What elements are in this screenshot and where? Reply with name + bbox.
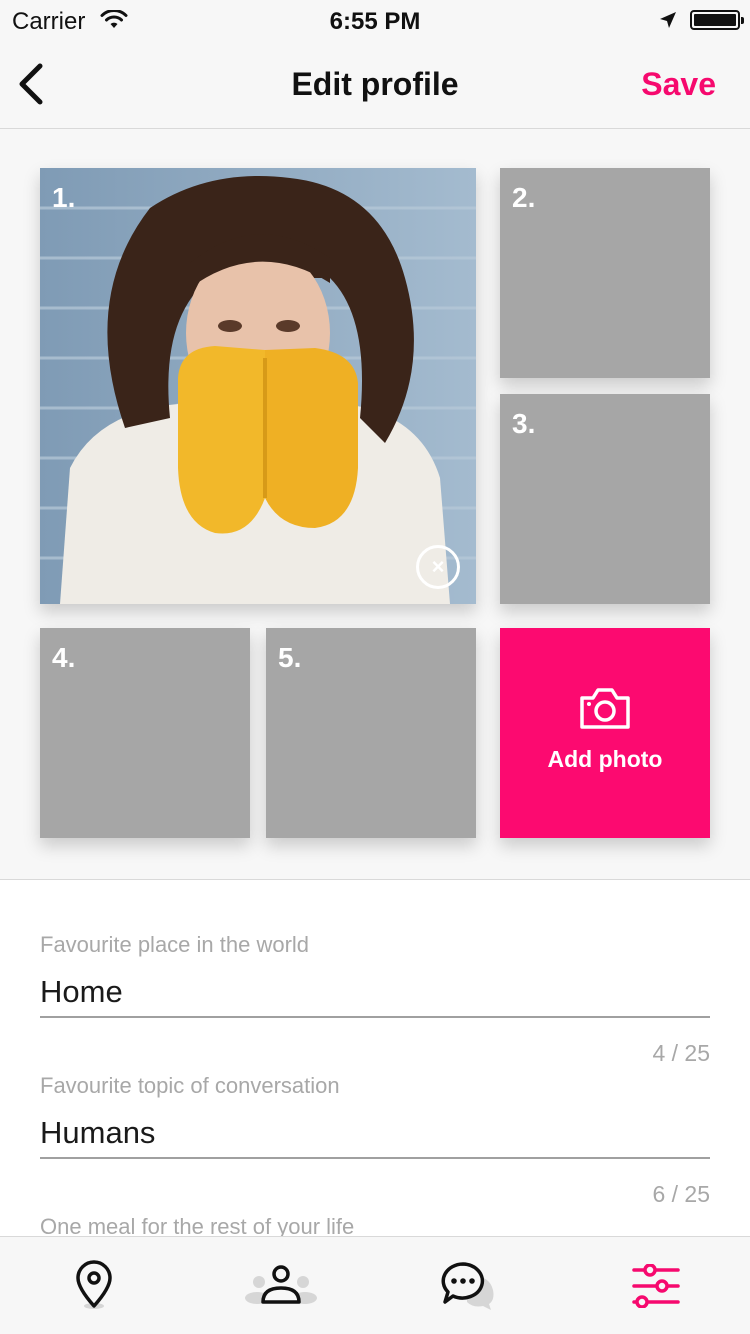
- field-label: Favourite place in the world: [40, 932, 310, 957]
- photo-grid: 1. × 2. 3. 4. 5. Add photo: [0, 129, 750, 879]
- photo-slot-number: 4.: [52, 642, 76, 673]
- profile-photo: [40, 168, 476, 604]
- map-pin-icon: [76, 1260, 112, 1309]
- location-arrow-icon: [660, 12, 676, 28]
- add-photo-button[interactable]: Add photo: [500, 628, 710, 838]
- photo-slot-number: 3.: [512, 408, 536, 439]
- photo-slot-number: 5.: [278, 642, 302, 673]
- people-icon: [245, 1265, 318, 1304]
- photo-slot-number: 1.: [52, 182, 76, 213]
- photo-slot-2[interactable]: 2.: [500, 168, 710, 378]
- photo-slot-number: 2.: [512, 182, 536, 213]
- field-label: One meal for the rest of your life: [40, 1214, 355, 1236]
- favourite-topic-input[interactable]: [40, 1109, 710, 1159]
- close-icon: ×: [431, 554, 445, 579]
- tab-settings[interactable]: [563, 1237, 750, 1334]
- status-bar: Carrier 6:55 PM: [0, 0, 750, 40]
- field-label: Favourite topic of conversation: [40, 1073, 340, 1098]
- tab-chat[interactable]: [375, 1237, 563, 1334]
- page-title: Edit profile: [291, 66, 459, 102]
- save-button[interactable]: Save: [641, 66, 716, 103]
- chevron-left-icon: [19, 63, 43, 105]
- back-button[interactable]: [14, 60, 54, 108]
- photo-slot-4[interactable]: 4.: [40, 628, 250, 838]
- tab-map[interactable]: [0, 1237, 188, 1334]
- chat-icon: [441, 1262, 494, 1310]
- settings-sliders-icon: [632, 1264, 680, 1308]
- camera-icon: [580, 688, 630, 729]
- tab-bar: [0, 1236, 750, 1334]
- remove-photo-button[interactable]: ×: [416, 545, 460, 589]
- status-time: 6:55 PM: [329, 8, 421, 35]
- photo-slot-5[interactable]: 5.: [266, 628, 476, 838]
- photo-slot-3[interactable]: 3.: [500, 394, 710, 604]
- nav-bar: Edit profile Save: [0, 40, 750, 129]
- character-counter: 6 / 25: [652, 1181, 710, 1207]
- character-counter: 4 / 25: [652, 1040, 710, 1066]
- favourite-place-input[interactable]: [40, 968, 710, 1018]
- tab-people[interactable]: [188, 1237, 376, 1334]
- battery-icon: [690, 10, 744, 30]
- add-photo-label: Add photo: [547, 746, 663, 772]
- profile-form: Favourite place in the world 4 / 25 Favo…: [0, 879, 750, 1236]
- photo-slot-1[interactable]: 1. ×: [40, 168, 476, 604]
